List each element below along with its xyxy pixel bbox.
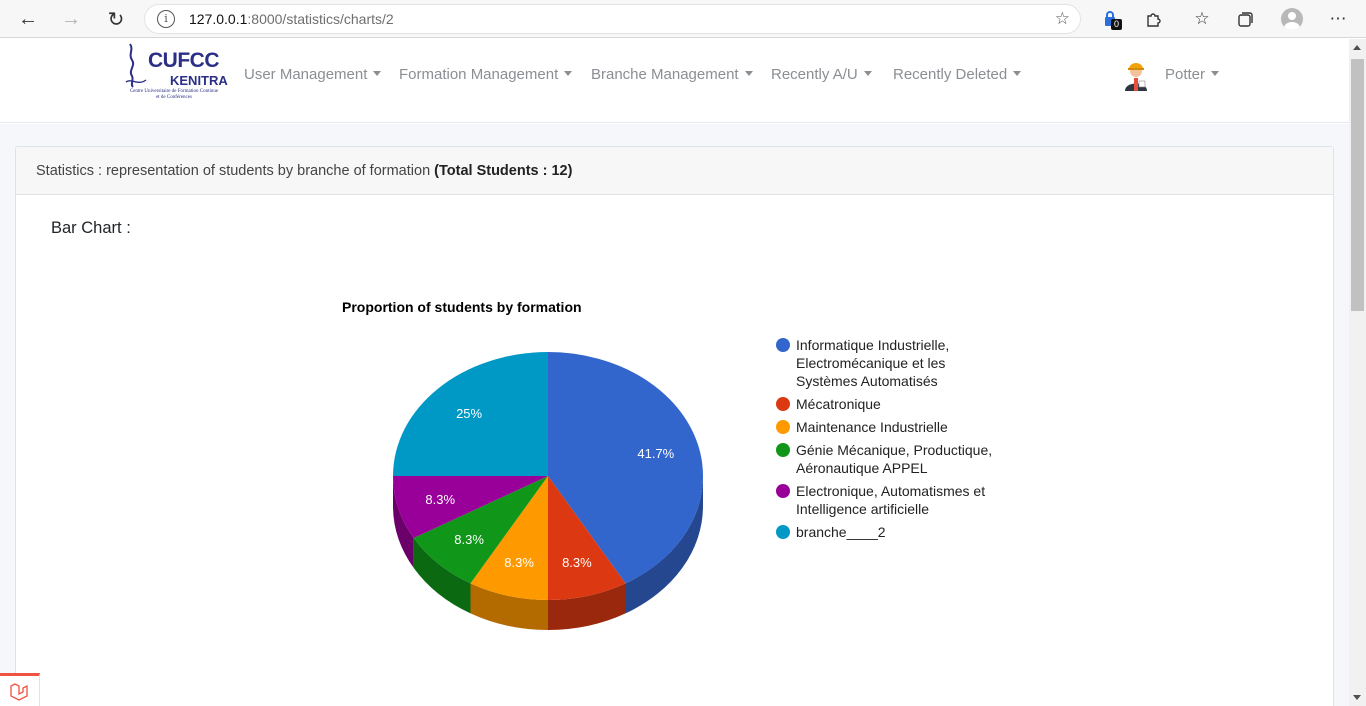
add-favorite-icon[interactable]: ☆: [1055, 9, 1070, 29]
legend-color-dot: [776, 397, 790, 411]
pie-percent-label: 41.7%: [637, 446, 674, 461]
user-menu[interactable]: Potter: [1165, 66, 1220, 83]
page-scrollbar[interactable]: [1349, 39, 1366, 706]
chart-legend: Informatique Industrielle, Electromécaniq…: [776, 336, 1016, 546]
section-title: Bar Chart :: [51, 219, 131, 237]
logo-subtitle: Centre Universitaire de Formation Contin…: [129, 89, 219, 100]
extensions-icon[interactable]: [1141, 6, 1167, 32]
cufcc-logo[interactable]: CUFCC KENITRA Centre Universitaire de Fo…: [124, 42, 228, 104]
pie-percent-label: 8.3%: [504, 555, 534, 570]
url-host: 127.0.0.1: [189, 11, 248, 27]
pie-percent-label: 25%: [456, 406, 482, 421]
more-options-icon[interactable]: ⋯: [1325, 6, 1351, 32]
extension-lock-icon[interactable]: 0: [1098, 6, 1124, 32]
caret-down-icon: [1211, 71, 1220, 76]
total-students: (Total Students : 12): [434, 163, 573, 179]
card-header: Statistics : representation of students …: [16, 147, 1333, 195]
caret-down-icon: [744, 71, 753, 76]
legend-color-dot: [776, 338, 790, 352]
caret-down-icon: [863, 71, 872, 76]
pie-chart[interactable]: 41.7% 8.3% 8.3% 8.3% 8.3% 25%: [380, 340, 720, 640]
chart-title: Proportion of students by formation: [342, 299, 582, 315]
legend-color-dot: [776, 443, 790, 457]
legend-item[interactable]: branche____2: [776, 523, 1016, 541]
site-info-icon[interactable]: i: [157, 10, 175, 28]
extension-badge: 0: [1111, 19, 1122, 30]
menu-branche-management[interactable]: Branche Management: [591, 66, 753, 83]
menu-label: User Management: [244, 66, 368, 83]
reload-icon[interactable]: ↻: [102, 5, 130, 33]
legend-label: Electromécanique et les: [796, 355, 946, 371]
legend-label: Electronique, Automatismes et: [796, 483, 986, 499]
collections-icon[interactable]: [1233, 6, 1259, 32]
scrollbar-thumb[interactable]: [1351, 59, 1364, 311]
pie-percent-label: 8.3%: [562, 555, 592, 570]
back-icon[interactable]: ←: [14, 5, 42, 33]
legend-color-dot: [776, 484, 790, 498]
favorites-icon[interactable]: ☆: [1189, 6, 1215, 32]
logo-title: CUFCC: [148, 49, 220, 72]
legend-item[interactable]: Mécatronique: [776, 395, 1016, 413]
menu-label: Recently A/U: [771, 66, 858, 83]
pie-percent-label: 8.3%: [425, 492, 455, 507]
laravel-debugbar-tab[interactable]: [0, 673, 40, 706]
caret-down-icon: [1013, 71, 1022, 76]
menu-label: Recently Deleted: [893, 66, 1008, 83]
menu-recently-au[interactable]: Recently A/U: [771, 66, 872, 83]
legend-item[interactable]: Electronique, Automatismes et Intelligenc…: [776, 482, 1016, 518]
logo-emblem-icon: [125, 43, 147, 88]
legend-color-dot: [776, 525, 790, 539]
logo-city: KENITRA: [170, 73, 228, 88]
url-text: 127.0.0.1:8000/statistics/charts/2: [189, 11, 394, 27]
legend-label: Maintenance Industrielle: [796, 419, 948, 435]
legend-item[interactable]: Maintenance Industrielle: [776, 418, 1016, 436]
forward-icon[interactable]: →: [57, 5, 85, 33]
browser-toolbar: ← → ↻ i 127.0.0.1:8000/statistics/charts…: [0, 0, 1366, 38]
menu-recently-deleted[interactable]: Recently Deleted: [893, 66, 1022, 83]
url-path: :8000/statistics/charts/2: [247, 11, 394, 27]
legend-label: Génie Mécanique, Productique,: [796, 442, 993, 458]
site-navbar: CUFCC KENITRA Centre Universitaire de Fo…: [0, 39, 1349, 123]
profile-icon[interactable]: [1279, 6, 1305, 32]
legend-label: Systèmes Automatisés: [796, 373, 938, 389]
user-avatar-icon[interactable]: [1120, 59, 1152, 91]
legend-label: branche____2: [796, 524, 886, 540]
laravel-icon: [10, 683, 28, 701]
caret-down-icon: [373, 71, 382, 76]
card-header-text: Statistics : representation of students …: [36, 163, 572, 179]
menu-formation-management[interactable]: Formation Management: [399, 66, 573, 83]
legend-item[interactable]: Génie Mécanique, Productique, Aéronautiqu…: [776, 441, 1016, 477]
legend-label: Informatique Industrielle,: [796, 337, 950, 353]
pie-percent-label: 8.3%: [454, 532, 484, 547]
address-bar[interactable]: i 127.0.0.1:8000/statistics/charts/2 ☆: [144, 4, 1081, 34]
menu-label: Branche Management: [591, 66, 739, 83]
scroll-up-icon[interactable]: [1353, 45, 1361, 50]
legend-label: Intelligence artificielle: [796, 501, 930, 517]
menu-user-management[interactable]: User Management: [244, 66, 382, 83]
menu-label: Formation Management: [399, 66, 559, 83]
caret-down-icon: [564, 71, 573, 76]
legend-color-dot: [776, 420, 790, 434]
header-description: Statistics : representation of students …: [36, 163, 435, 179]
scroll-down-icon[interactable]: [1353, 695, 1361, 700]
user-name: Potter: [1165, 66, 1206, 83]
legend-item[interactable]: Informatique Industrielle, Electromécaniq…: [776, 336, 1016, 390]
legend-label: Aéronautique APPEL: [796, 460, 928, 476]
legend-label: Mécatronique: [796, 396, 881, 412]
